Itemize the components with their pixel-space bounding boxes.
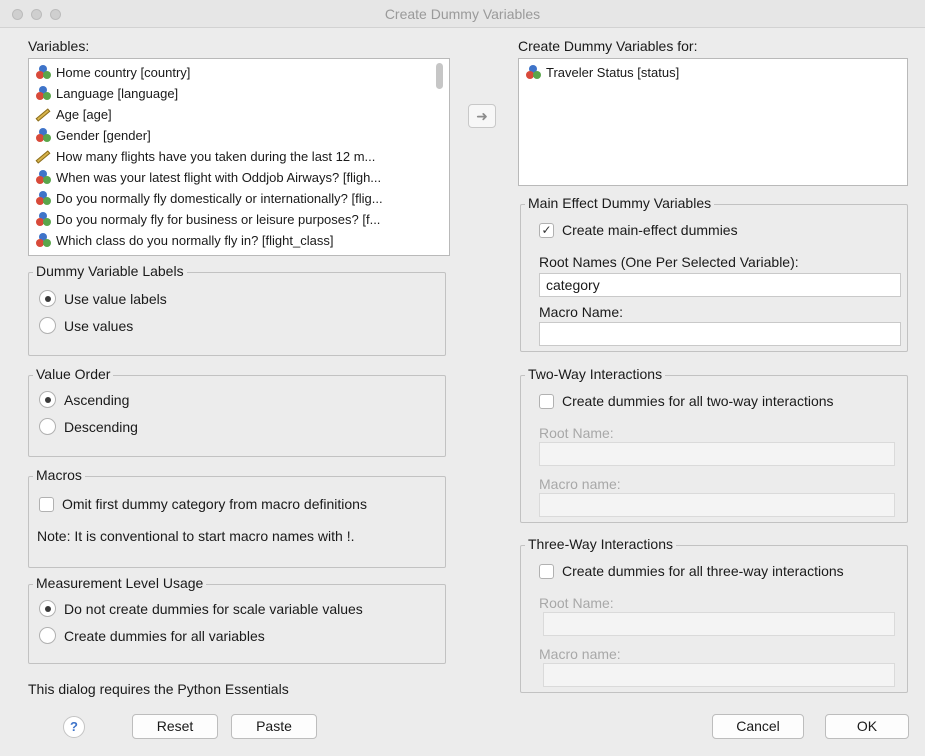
nominal-icon: [35, 170, 51, 185]
measurement-group: Measurement Level Usage Do not create du…: [28, 575, 446, 664]
ascending-radio[interactable]: Ascending: [39, 391, 129, 408]
measurement-title: Measurement Level Usage: [33, 575, 207, 591]
three-way-title: Three-Way Interactions: [525, 536, 676, 552]
radio-selected-icon: [39, 290, 56, 307]
nominal-icon: [35, 86, 51, 101]
macro-name-input[interactable]: [539, 322, 901, 346]
two-way-title: Two-Way Interactions: [525, 366, 666, 382]
all-variables-radio[interactable]: Create dummies for all variables: [39, 627, 265, 644]
move-right-button[interactable]: ➜: [468, 104, 496, 128]
macros-group: Macros Omit first dummy category from ma…: [28, 467, 446, 568]
list-item[interactable]: Do you normally fly domestically or inte…: [35, 189, 383, 208]
nominal-icon: [525, 65, 541, 80]
list-item[interactable]: Age [age]: [35, 105, 112, 124]
no-scale-dummies-radio[interactable]: Do not create dummies for scale variable…: [39, 600, 363, 617]
checkbox-empty-icon: [539, 393, 554, 409]
list-item[interactable]: Which class do you normally fly in? [fli…: [35, 231, 333, 250]
checkbox-empty-icon: [39, 496, 54, 512]
reset-button[interactable]: Reset: [132, 714, 218, 739]
two-way-root-name-label: Root Name:: [539, 425, 614, 441]
three-way-macro-name-input[interactable]: [543, 663, 895, 687]
dummy-labels-title: Dummy Variable Labels: [33, 263, 187, 279]
ok-button[interactable]: OK: [825, 714, 909, 739]
title-bar: Create Dummy Variables: [0, 0, 925, 28]
three-way-group: Three-Way Interactions Create dummies fo…: [520, 536, 908, 693]
checkbox-empty-icon: [539, 563, 554, 579]
help-button[interactable]: ?: [63, 716, 85, 738]
value-order-title: Value Order: [33, 366, 114, 382]
nominal-icon: [35, 65, 51, 80]
variables-label: Variables:: [28, 38, 90, 54]
list-item[interactable]: Do you normaly fly for business or leisu…: [35, 210, 380, 229]
nominal-icon: [35, 233, 51, 248]
macro-name-label: Macro Name:: [539, 304, 624, 320]
list-item[interactable]: Traveler Status [status]: [525, 63, 679, 82]
nominal-icon: [35, 128, 51, 143]
two-way-macro-name-label: Macro name:: [539, 476, 621, 492]
list-item[interactable]: When was your latest flight with Oddjob …: [35, 168, 381, 187]
nominal-icon: [35, 191, 51, 206]
main-effect-title: Main Effect Dummy Variables: [525, 195, 715, 211]
radio-empty-icon: [39, 418, 56, 435]
macros-note: Note: It is conventional to start macro …: [37, 528, 355, 544]
variables-list[interactable]: Home country [country] Language [languag…: [28, 58, 450, 256]
use-value-labels-radio[interactable]: Use value labels: [39, 290, 167, 307]
cancel-button[interactable]: Cancel: [712, 714, 804, 739]
root-names-input[interactable]: category: [539, 273, 901, 297]
radio-selected-icon: [39, 391, 56, 408]
checkmark-icon: ✓: [539, 222, 554, 238]
value-order-group: Value Order Ascending Descending: [28, 366, 446, 457]
arrow-right-icon: ➜: [476, 107, 488, 124]
list-item[interactable]: Home country [country]: [35, 63, 190, 82]
paste-button[interactable]: Paste: [231, 714, 317, 739]
create-three-way-checkbox[interactable]: Create dummies for all three-way interac…: [539, 563, 844, 579]
root-names-label: Root Names (One Per Selected Variable):: [539, 254, 799, 270]
radio-empty-icon: [39, 317, 56, 334]
two-way-group: Two-Way Interactions Create dummies for …: [520, 366, 908, 523]
descending-radio[interactable]: Descending: [39, 418, 138, 435]
three-way-root-name-input[interactable]: [543, 612, 895, 636]
radio-empty-icon: [39, 627, 56, 644]
list-item[interactable]: How many flights have you taken during t…: [35, 147, 375, 166]
selected-variables-list[interactable]: Traveler Status [status]: [518, 58, 908, 186]
radio-selected-icon: [39, 600, 56, 617]
two-way-macro-name-input[interactable]: [539, 493, 895, 517]
create-main-effect-checkbox[interactable]: ✓ Create main-effect dummies: [539, 222, 738, 238]
nominal-icon: [35, 212, 51, 227]
scale-icon: [35, 107, 51, 122]
python-requirement-note: This dialog requires the Python Essentia…: [28, 681, 289, 697]
scale-icon: [35, 149, 51, 164]
list-scrollbar[interactable]: [436, 63, 443, 89]
window-title: Create Dummy Variables: [384, 6, 541, 22]
list-item[interactable]: Gender [gender]: [35, 126, 151, 145]
create-two-way-checkbox[interactable]: Create dummies for all two-way interacti…: [539, 393, 834, 409]
macros-title: Macros: [33, 467, 85, 483]
selected-variables-label: Create Dummy Variables for:: [518, 38, 698, 54]
list-item[interactable]: Language [language]: [35, 84, 178, 103]
omit-first-category-checkbox[interactable]: Omit first dummy category from macro def…: [39, 496, 367, 512]
dummy-labels-group: Dummy Variable Labels Use value labels U…: [28, 263, 446, 356]
three-way-root-name-label: Root Name:: [539, 595, 614, 611]
three-way-macro-name-label: Macro name:: [539, 646, 621, 662]
main-effect-group: Main Effect Dummy Variables ✓ Create main…: [520, 195, 908, 352]
two-way-root-name-input[interactable]: [539, 442, 895, 466]
use-values-radio[interactable]: Use values: [39, 317, 133, 334]
